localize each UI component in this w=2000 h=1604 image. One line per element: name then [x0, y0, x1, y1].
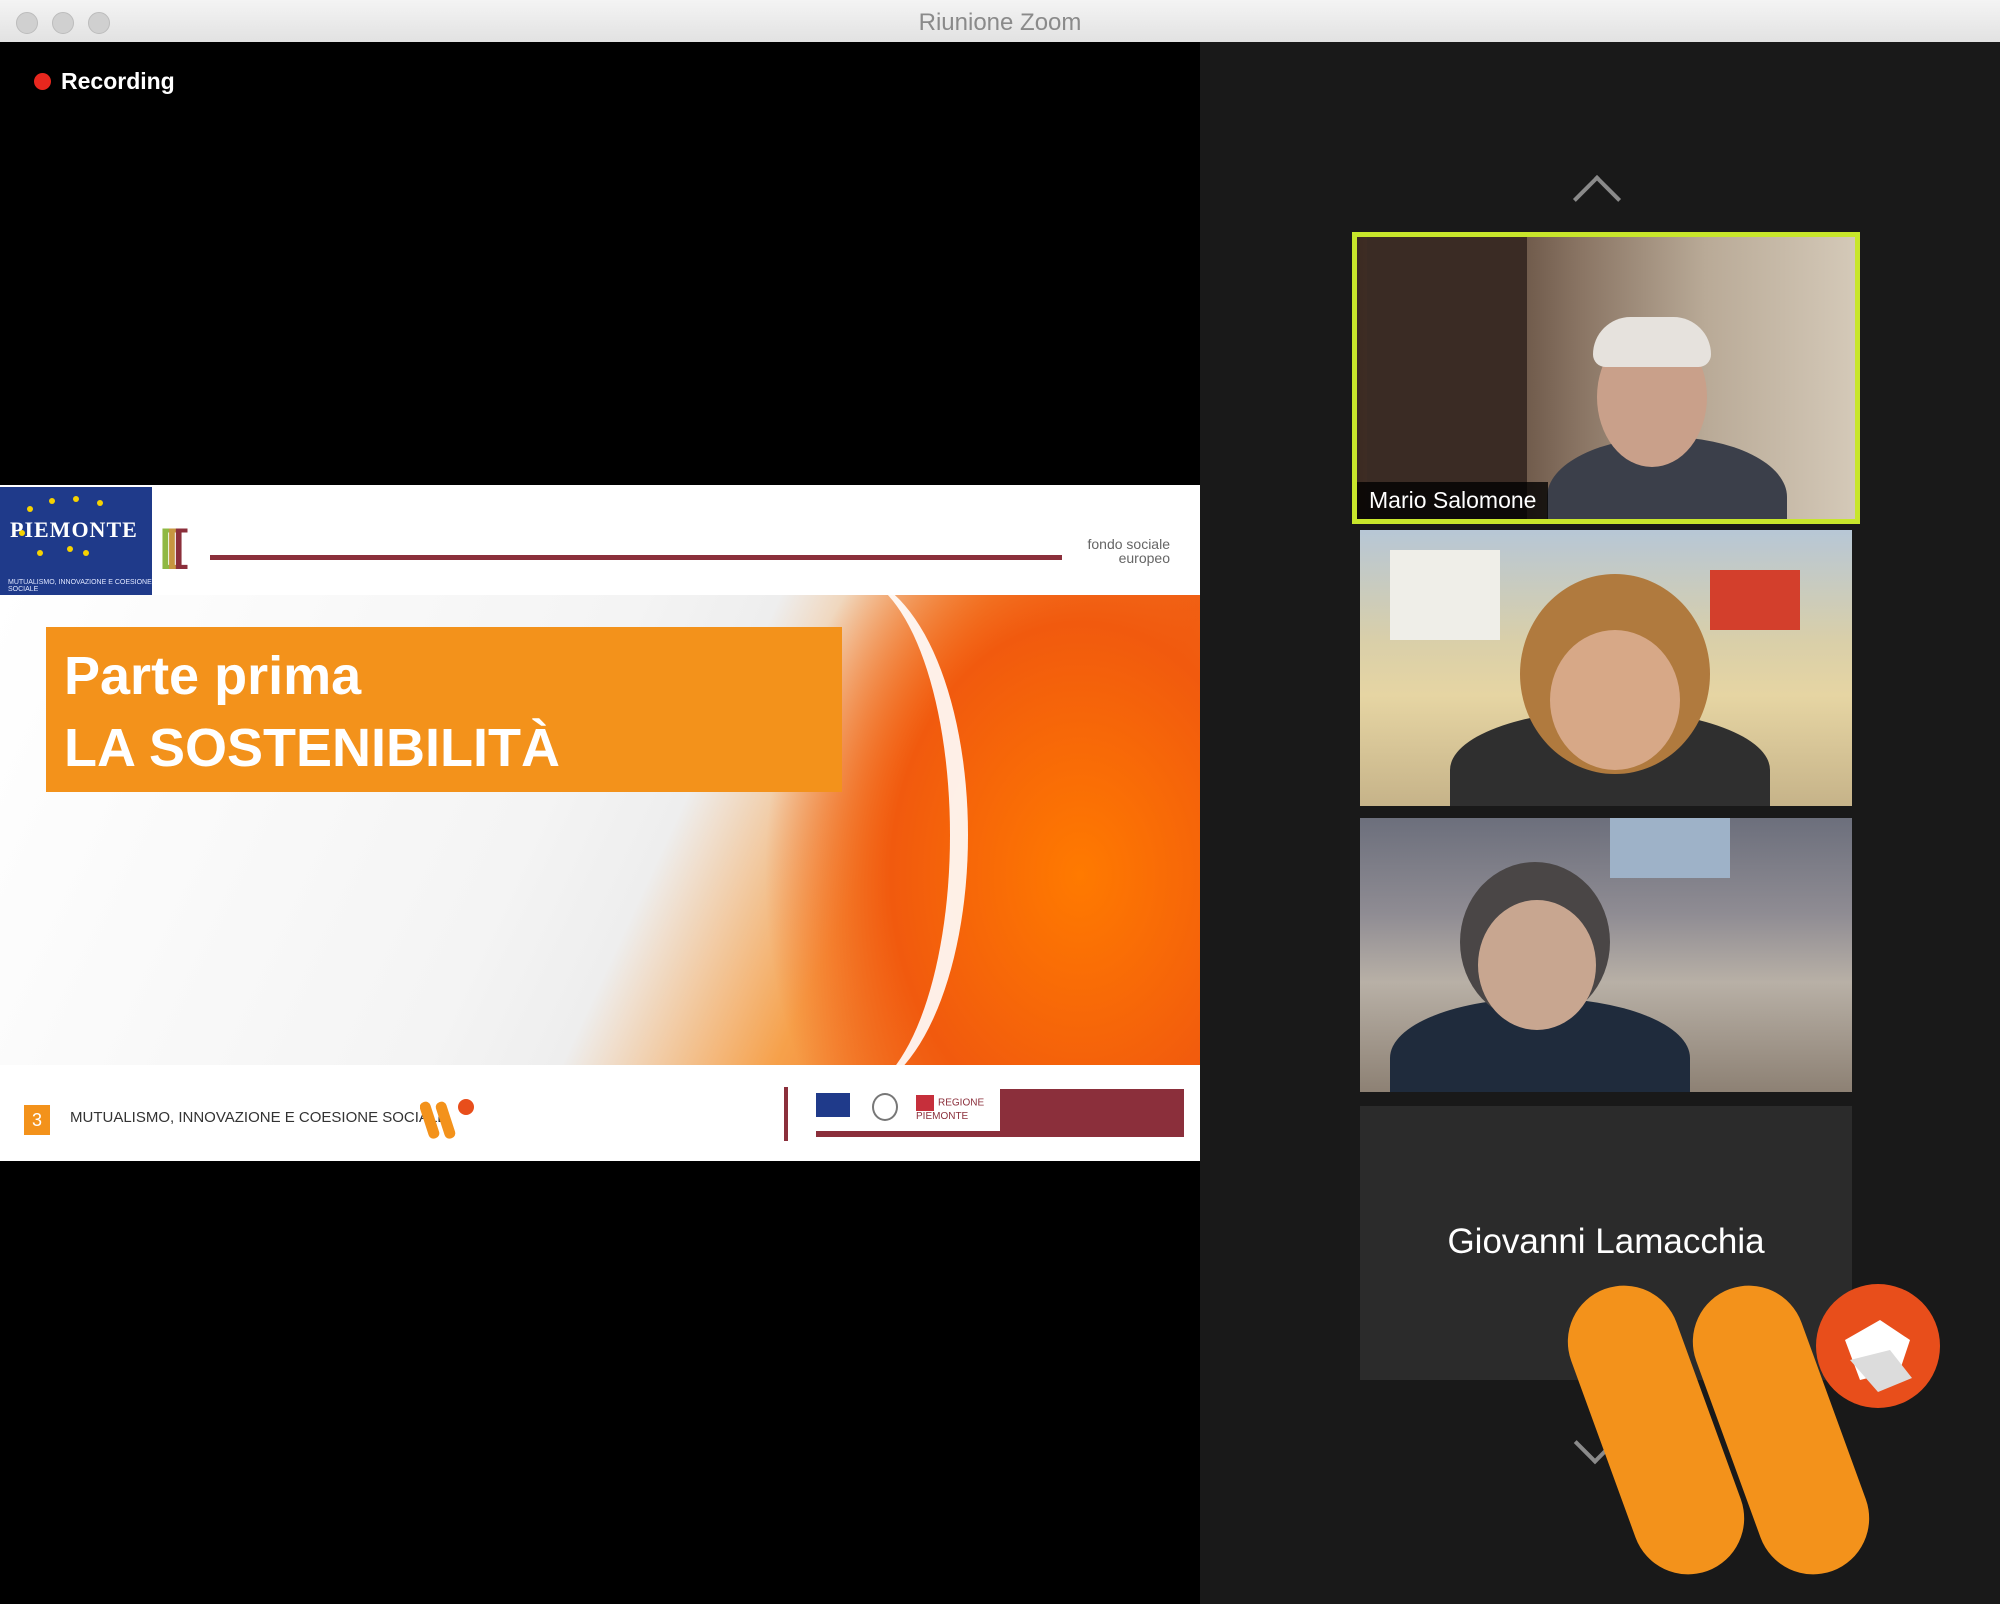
- por-fse-logo: [1000, 1089, 1184, 1135]
- recording-dot-icon: [34, 73, 51, 90]
- video-background-window: [1610, 818, 1730, 878]
- participant-head: [1550, 630, 1680, 770]
- participant-tile[interactable]: [1360, 530, 1852, 806]
- presentation-slide: PIEMONTE MUTUALISMO, INNOVAZIONE E COESI…: [0, 485, 1200, 1161]
- slide-footer-text: MUTUALISMO, INNOVAZIONE E COESIONE SOCIA…: [70, 1109, 448, 1126]
- slide-header: PIEMONTE MUTUALISMO, INNOVAZIONE E COESI…: [0, 485, 1200, 595]
- slide-footer: 3 MUTUALISMO, INNOVAZIONE E COESIONE SOC…: [0, 1065, 1200, 1161]
- slide-body: Parte prima LA SOSTENIBILITÀ: [0, 575, 1200, 1095]
- slide-title-line2: LA SOSTENIBILITÀ: [64, 718, 560, 778]
- funding-logos: REGIONE PIEMONTE: [784, 1087, 1188, 1141]
- recording-indicator[interactable]: Recording: [34, 68, 175, 95]
- slide-page-number: 3: [24, 1105, 50, 1135]
- regione-piemonte-logo: REGIONE PIEMONTE: [916, 1095, 986, 1122]
- video-background-picture: [1710, 570, 1800, 630]
- piemonte-logo-text: PIEMONTE: [10, 517, 138, 542]
- participant-name-tag: Mario Salomone: [1357, 482, 1549, 519]
- project-logo-icon: [420, 1099, 474, 1139]
- eu-flag-icon: [816, 1093, 850, 1117]
- window-title: Riunione Zoom: [918, 9, 1082, 36]
- ccc-logo-icon: [[[: [160, 521, 188, 570]
- footer-bar: [816, 1131, 1184, 1137]
- piemonte-logo-subtext: MUTUALISMO, INNOVAZIONE E COESIONE SOCIA…: [8, 579, 152, 593]
- video-background-notes: [1390, 550, 1500, 640]
- slide-title-line1: Parte prima: [64, 646, 362, 706]
- italy-emblem-icon: [872, 1093, 898, 1121]
- participant-head: [1478, 900, 1596, 1030]
- participant-tile[interactable]: [1360, 818, 1852, 1092]
- piemonte-logo: PIEMONTE MUTUALISMO, INNOVAZIONE E COESI…: [0, 487, 152, 595]
- video-background-cabinet: [1367, 237, 1527, 519]
- participant-tile-active-speaker[interactable]: Mario Salomone: [1352, 232, 1860, 524]
- brand-watermark-logo: [1567, 1284, 1940, 1575]
- recording-label: Recording: [61, 68, 175, 94]
- fondo-sociale-label: fondo sociale europeo: [1087, 536, 1170, 566]
- header-divider: [210, 555, 1062, 560]
- participant-hair: [1593, 317, 1711, 367]
- window-titlebar: Riunione Zoom: [0, 0, 2000, 43]
- participant-name: Giovanni Lamacchia: [1447, 1222, 1765, 1261]
